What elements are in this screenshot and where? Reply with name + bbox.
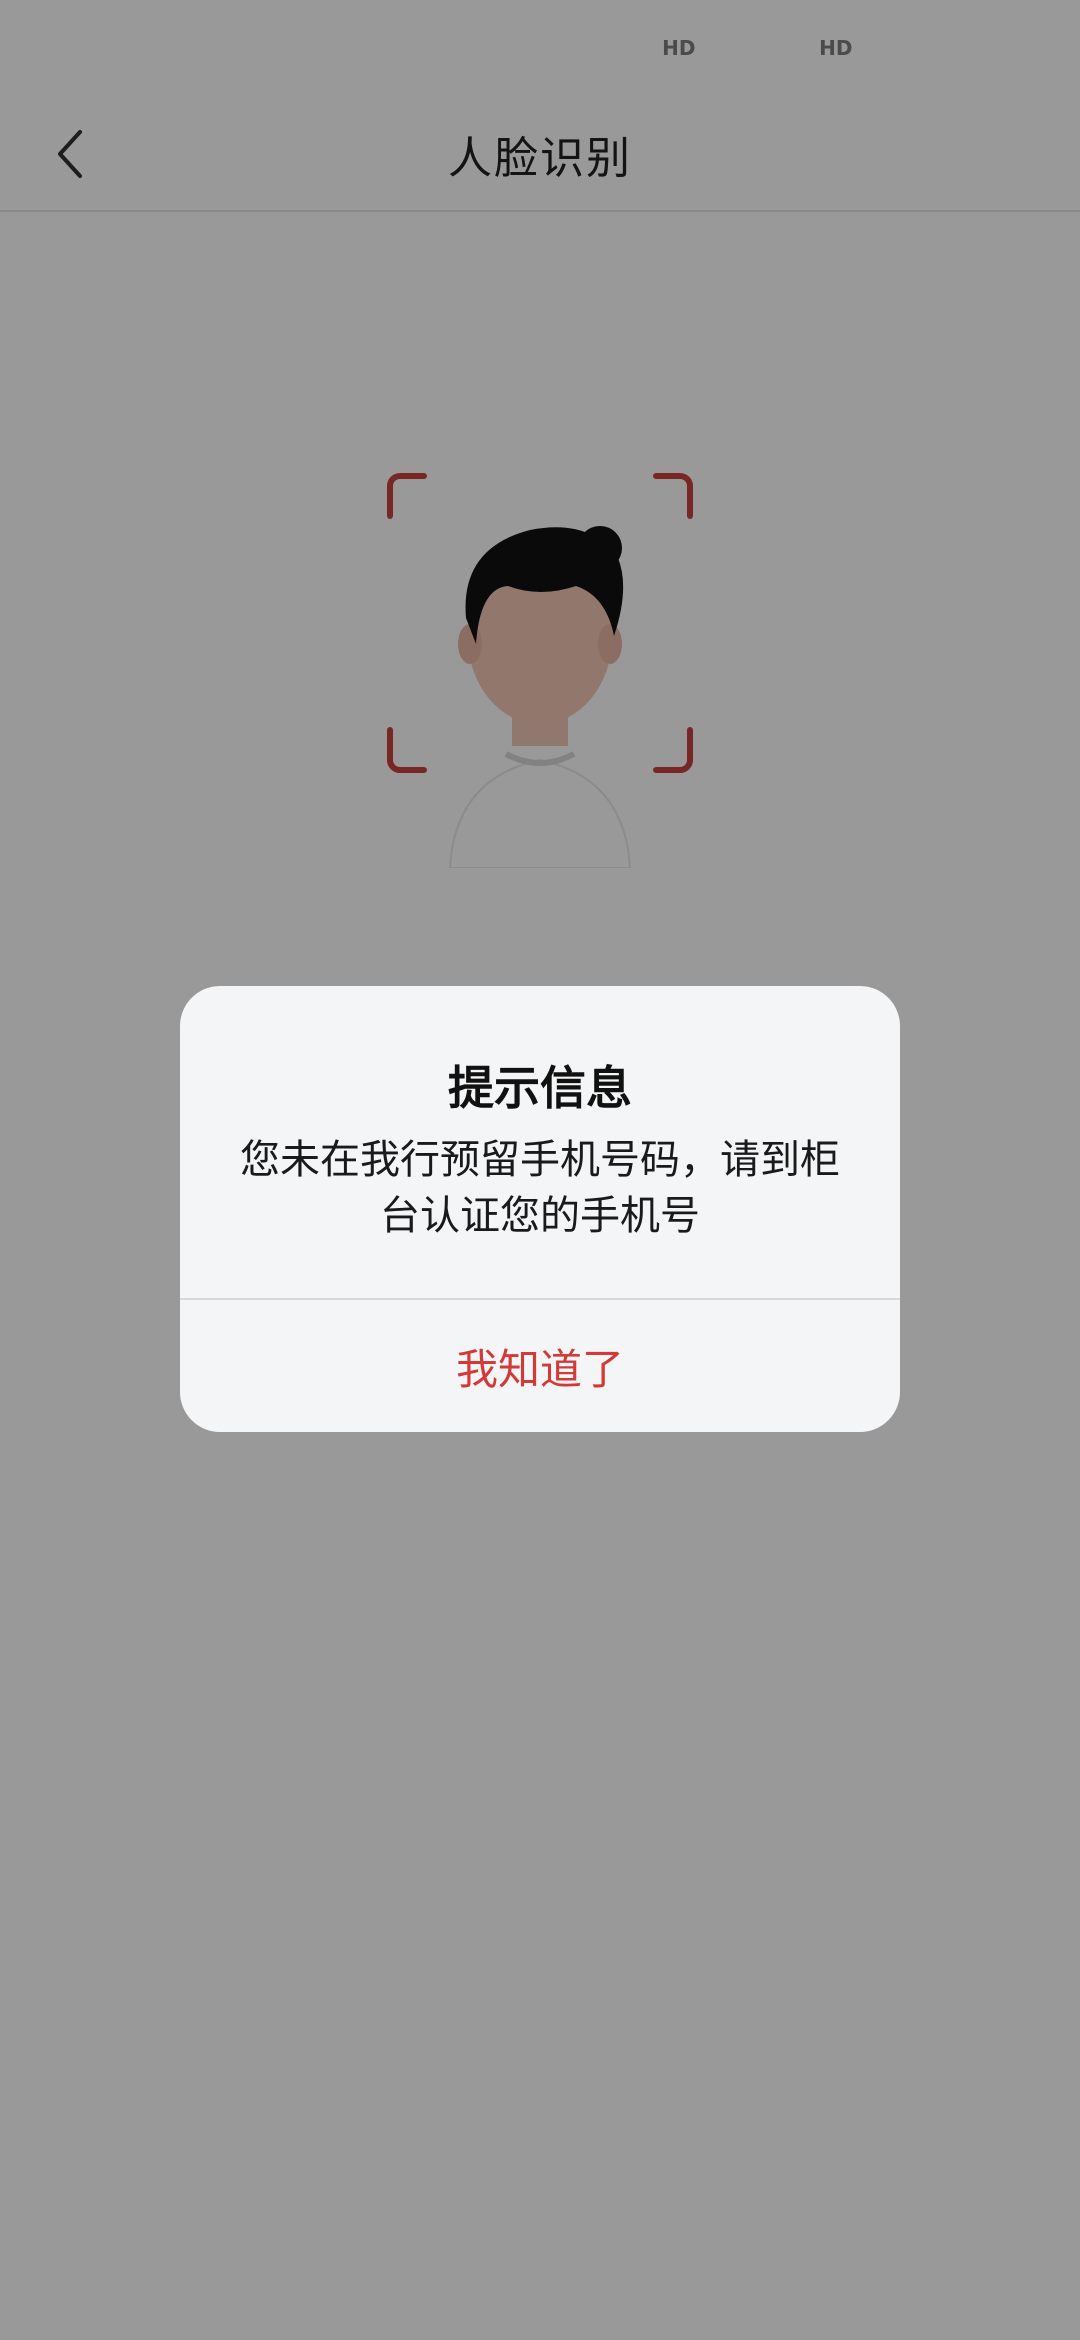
dialog-message: 您未在我行预留手机号码，请到柜台认证您的手机号: [240, 1137, 840, 1239]
alert-dialog: 提示信息 您未在我行预留手机号码，请到柜台认证您的手机号 我知道了: [180, 986, 900, 1432]
confirm-button[interactable]: 我知道了: [180, 1300, 900, 1432]
dialog-title: 提示信息: [448, 1061, 632, 1115]
